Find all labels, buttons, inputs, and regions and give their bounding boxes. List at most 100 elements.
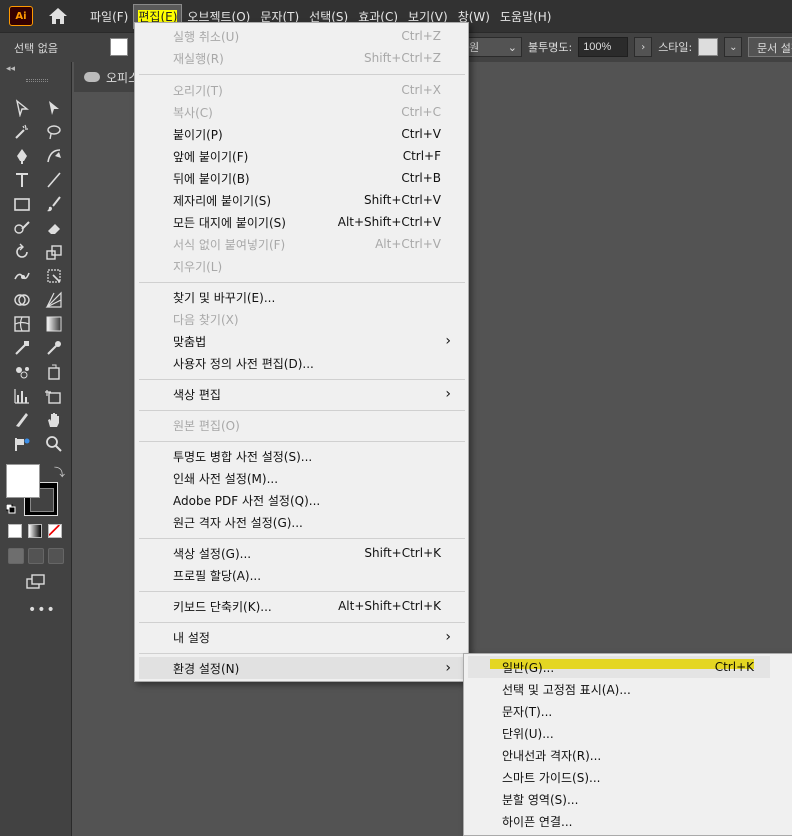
menu-item-label: 지우기(L)	[173, 259, 223, 274]
menu-item-cut[interactable]: 오리기(T) Ctrl+X	[139, 79, 465, 101]
mesh-tool-icon[interactable]	[10, 312, 34, 336]
menu-item-edit-original[interactable]: 원본 편집(O)	[139, 414, 465, 436]
column-graph-icon[interactable]	[10, 384, 34, 408]
opacity-input[interactable]	[578, 37, 629, 57]
menu-item-find-next[interactable]: 다음 찾기(X)	[139, 308, 465, 330]
menu-item-clear[interactable]: 지우기(L)	[139, 255, 465, 277]
draw-normal-icon[interactable]	[8, 548, 24, 564]
submenu-item-hyphenation[interactable]: 하이픈 연결...	[468, 810, 770, 832]
menu-item-assign-profile[interactable]: 프로필 할당(A)...	[139, 564, 465, 586]
opacity-label[interactable]: 불투명도:	[528, 39, 572, 55]
menu-help[interactable]: 도움말(H)	[496, 5, 556, 28]
menu-item-paste-all-artboards[interactable]: 모든 대지에 붙이기(S) Alt+Shift+Ctrl+V	[139, 211, 465, 233]
brush-style-dropdown[interactable]: 원 ⌄	[464, 37, 522, 57]
menu-item-paste-in-place[interactable]: 제자리에 붙이기(S) Shift+Ctrl+V	[139, 189, 465, 211]
menu-item-find-replace[interactable]: 찾기 및 바꾸기(E)...	[139, 286, 465, 308]
submenu-item-selection-anchor-display[interactable]: 선택 및 고정점 표시(A)...	[468, 678, 770, 700]
menu-item-spelling[interactable]: 맞춤법 ›	[139, 330, 465, 352]
menu-item-keyboard-shortcuts[interactable]: 키보드 단축키(K)... Alt+Shift+Ctrl+K	[139, 595, 465, 617]
menu-item-paste-in-front[interactable]: 앞에 붙이기(F) Ctrl+F	[139, 145, 465, 167]
submenu-item-slices[interactable]: 분할 영역(S)...	[468, 788, 770, 810]
eraser-icon[interactable]	[42, 216, 66, 240]
paintbrush-icon[interactable]	[42, 192, 66, 216]
color-mode-icon[interactable]	[8, 524, 22, 538]
draw-inside-icon[interactable]	[48, 548, 64, 564]
shaper-tool-icon[interactable]	[10, 216, 34, 240]
panel-grip[interactable]	[26, 79, 48, 82]
menu-item-paste-without-formatting[interactable]: 서식 없이 붙여넣기(F) Alt+Ctrl+V	[139, 233, 465, 255]
perspective-grid-icon[interactable]	[42, 288, 66, 312]
free-transform-icon[interactable]	[42, 264, 66, 288]
hand-tool-icon[interactable]	[42, 408, 66, 432]
submenu-item-units[interactable]: 단위(U)...	[468, 722, 770, 744]
none-mode-icon[interactable]	[48, 524, 62, 538]
brush-style-value: 원	[469, 41, 480, 54]
menu-item-undo[interactable]: 실행 취소(U) Ctrl+Z	[139, 25, 465, 47]
line-tool-icon[interactable]	[42, 168, 66, 192]
edit-menu: 실행 취소(U) Ctrl+Z 재실행(R) Shift+Ctrl+Z 오리기(T)…	[134, 22, 469, 682]
menu-item-paste[interactable]: 붙이기(P) Ctrl+V	[139, 123, 465, 145]
edit-toolbar-icon[interactable]: •••	[28, 602, 56, 618]
menu-item-my-settings[interactable]: 내 설정 ›	[139, 626, 465, 648]
default-colors-icon[interactable]	[6, 504, 16, 514]
menu-item-edit-colors[interactable]: 색상 편집 ›	[139, 383, 465, 405]
menu-item-shortcut: Ctrl+X	[401, 83, 441, 97]
pen-tool-icon[interactable]	[10, 144, 34, 168]
gradient-tool-icon[interactable]	[42, 312, 66, 336]
slice-tool-icon[interactable]	[10, 408, 34, 432]
symbol-sprayer-icon[interactable]	[10, 360, 34, 384]
menu-item-label: 색상 설정(G)...	[173, 546, 252, 561]
menu-item-perspective-grid-presets[interactable]: 원근 격자 사전 설정(G)...	[139, 511, 465, 533]
submenu-item-guides-grid[interactable]: 안내선과 격자(R)...	[468, 744, 770, 766]
live-paint-bucket-icon[interactable]	[42, 360, 66, 384]
puppet-warp-icon[interactable]	[10, 432, 34, 456]
menu-file[interactable]: 파일(F)	[86, 5, 132, 28]
menu-item-print-presets[interactable]: 인쇄 사전 설정(M)...	[139, 467, 465, 489]
lasso-icon[interactable]	[42, 120, 66, 144]
draw-behind-icon[interactable]	[28, 548, 44, 564]
eyedropper-icon[interactable]	[42, 336, 66, 360]
fill-swatch[interactable]	[110, 38, 128, 56]
menu-item-pdf-presets[interactable]: Adobe PDF 사전 설정(Q)...	[139, 489, 465, 511]
menu-separator	[139, 622, 465, 623]
menu-item-redo[interactable]: 재실행(R) Shift+Ctrl+Z	[139, 47, 465, 69]
rotate-tool-icon[interactable]	[10, 240, 34, 264]
curvature-tool-icon[interactable]	[42, 144, 66, 168]
menu-item-color-settings[interactable]: 색상 설정(G)... Shift+Ctrl+K	[139, 542, 465, 564]
menu-separator	[139, 410, 465, 411]
warp-tool-icon[interactable]	[10, 264, 34, 288]
menu-item-paste-in-back[interactable]: 뒤에 붙이기(B) Ctrl+B	[139, 167, 465, 189]
menu-item-label: 원본 편집(O)	[173, 418, 240, 433]
magic-wand-icon[interactable]	[10, 120, 34, 144]
chevron-down-icon: ⌄	[507, 40, 517, 54]
opacity-arrow-icon[interactable]: ›	[634, 37, 653, 57]
artboard-tool-icon[interactable]	[42, 384, 66, 408]
scale-tool-icon[interactable]	[42, 240, 66, 264]
menu-item-transparency-flattener-presets[interactable]: 투명도 병합 사전 설정(S)...	[139, 445, 465, 467]
zoom-tool-icon[interactable]	[42, 432, 66, 456]
menu-item-copy[interactable]: 복사(C) Ctrl+C	[139, 101, 465, 123]
submenu-item-smart-guides[interactable]: 스마트 가이드(S)...	[468, 766, 770, 788]
menu-item-preferences[interactable]: 환경 설정(N) ›	[139, 657, 465, 679]
shape-builder-icon[interactable]	[10, 288, 34, 312]
submenu-item-type[interactable]: 문자(T)...	[468, 700, 770, 722]
collapse-icon[interactable]: ◂◂	[6, 64, 15, 74]
rectangle-tool-icon[interactable]	[10, 192, 34, 216]
document-setup-button[interactable]: 문서 설정	[748, 37, 792, 57]
selection-tool-icon[interactable]	[10, 96, 34, 120]
gradient-mode-icon[interactable]	[28, 524, 42, 538]
graphic-style-swatch[interactable]	[698, 38, 719, 56]
home-icon[interactable]	[46, 4, 70, 28]
screen-mode-icon[interactable]	[26, 574, 46, 590]
chevron-down-icon[interactable]: ⌄	[724, 37, 743, 57]
fill-color-swatch[interactable]	[6, 464, 40, 498]
menu-separator	[139, 74, 465, 75]
chevron-right-icon: ›	[445, 386, 451, 402]
menu-item-edit-custom-dictionary[interactable]: 사용자 정의 사전 편집(D)...	[139, 352, 465, 374]
swap-fill-stroke-icon[interactable]: ⤵	[54, 464, 65, 480]
blend-tool-icon[interactable]	[10, 336, 34, 360]
menu-item-label: 복사(C)	[173, 105, 213, 120]
direct-selection-tool-icon[interactable]	[42, 96, 66, 120]
highlighter-mark	[490, 659, 754, 669]
type-tool-icon[interactable]	[10, 168, 34, 192]
